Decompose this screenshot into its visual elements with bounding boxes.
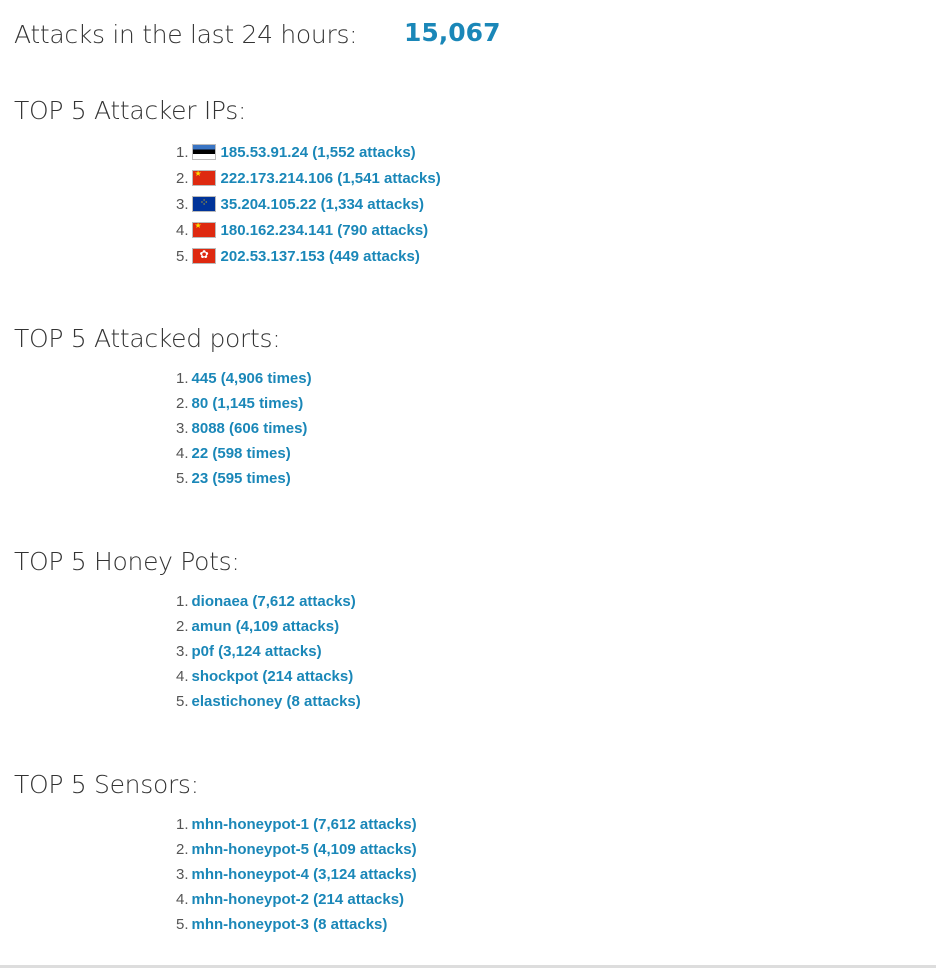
attacks-summary-label: Attacks in the last 24 hours: [14,19,358,49]
honeypot-link[interactable]: elastichoney (8 attacks) [192,693,361,710]
honeypot-link[interactable]: p0f (3,124 attacks) [192,643,322,660]
honey-pots-list: 1. dionaea (7,612 attacks) 2. amun (4,10… [176,589,361,714]
attacker-ip-list: 1. 185.53.91.24 (1,552 attacks) 2. 222.1… [176,139,441,269]
list-item: 5. mhn-honeypot-3 (8 attacks) [176,912,417,937]
rank-number: 4. [176,668,189,685]
list-item: 2. amun (4,109 attacks) [176,614,361,639]
estonia-flag-icon [191,144,216,160]
sensor-link[interactable]: mhn-honeypot-4 (3,124 attacks) [192,866,417,883]
sensor-link[interactable]: mhn-honeypot-2 (214 attacks) [192,891,405,908]
sensor-link[interactable]: mhn-honeypot-3 (8 attacks) [192,916,388,933]
rank-number: 2. [176,841,189,858]
list-item: 1. 185.53.91.24 (1,552 attacks) [176,139,441,165]
attacker-ip-link[interactable]: 35.204.105.22 (1,334 attacks) [221,196,425,213]
port-link[interactable]: 80 (1,145 times) [192,395,304,412]
china-flag-icon [191,222,216,238]
sensor-link[interactable]: mhn-honeypot-1 (7,612 attacks) [192,816,417,833]
list-item: 3. 35.204.105.22 (1,334 attacks) [176,191,441,217]
attacked-ports-list: 1. 445 (4,906 times) 2. 80 (1,145 times)… [176,366,312,491]
attacker-ip-link[interactable]: 180.162.234.141 (790 attacks) [221,222,429,239]
honeypot-link[interactable]: amun (4,109 attacks) [192,618,340,635]
rank-number: 4. [176,891,189,908]
rank-number: 2. [176,618,189,635]
port-link[interactable]: 22 (598 times) [192,445,291,462]
list-item: 5. 23 (595 times) [176,466,312,491]
attacker-ip-link[interactable]: 185.53.91.24 (1,552 attacks) [221,144,416,161]
rank-number: 5. [176,916,189,933]
list-item: 1. 445 (4,906 times) [176,366,312,391]
list-item: 2. 222.173.214.106 (1,541 attacks) [176,165,441,191]
list-item: 2. mhn-honeypot-5 (4,109 attacks) [176,837,417,862]
sensors-list: 1. mhn-honeypot-1 (7,612 attacks) 2. mhn… [176,812,417,937]
attacks-summary: Attacks in the last 24 hours: [14,14,358,54]
honeypot-link[interactable]: dionaea (7,612 attacks) [192,593,356,610]
list-item: 4. shockpot (214 attacks) [176,664,361,689]
rank-number: 5. [176,693,189,710]
list-item: 5. 202.53.137.153 (449 attacks) [176,243,441,269]
list-item: 4. 180.162.234.141 (790 attacks) [176,217,441,243]
rank-number: 3. [176,643,189,660]
list-item: 3. mhn-honeypot-4 (3,124 attacks) [176,862,417,887]
rank-number: 4. [176,221,189,239]
rank-number: 2. [176,169,189,187]
list-item: 4. mhn-honeypot-2 (214 attacks) [176,887,417,912]
rank-number: 3. [176,866,189,883]
sensor-link[interactable]: mhn-honeypot-5 (4,109 attacks) [192,841,417,858]
section-title: TOP 5 Sensors: [14,770,199,799]
rank-number: 1. [176,370,189,387]
rank-number: 1. [176,143,189,161]
list-item: 4. 22 (598 times) [176,441,312,466]
list-item: 1. mhn-honeypot-1 (7,612 attacks) [176,812,417,837]
rank-number: 3. [176,420,189,437]
port-link[interactable]: 8088 (606 times) [192,420,308,437]
honeypot-link[interactable]: shockpot (214 attacks) [192,668,354,685]
list-item: 3. 8088 (606 times) [176,416,312,441]
rank-number: 2. [176,395,189,412]
rank-number: 4. [176,445,189,462]
eu-flag-icon [191,196,216,212]
port-link[interactable]: 23 (595 times) [192,470,291,487]
list-item: 1. dionaea (7,612 attacks) [176,589,361,614]
hong-kong-flag-icon [191,248,216,264]
rank-number: 5. [176,247,189,265]
attacker-ip-link[interactable]: 202.53.137.153 (449 attacks) [221,248,420,265]
section-title: TOP 5 Honey Pots: [14,547,240,576]
list-item: 2. 80 (1,145 times) [176,391,312,416]
port-link[interactable]: 445 (4,906 times) [192,370,312,387]
list-item: 5. elastichoney (8 attacks) [176,689,361,714]
rank-number: 3. [176,195,189,213]
list-item: 3. p0f (3,124 attacks) [176,639,361,664]
attacker-ip-link[interactable]: 222.173.214.106 (1,541 attacks) [221,170,441,187]
rank-number: 5. [176,470,189,487]
section-title: TOP 5 Attacker IPs: [14,96,247,125]
china-flag-icon [191,170,216,186]
rank-number: 1. [176,816,189,833]
attacks-count: 15,067 [404,18,501,47]
section-title: TOP 5 Attacked ports: [14,324,281,353]
rank-number: 1. [176,593,189,610]
